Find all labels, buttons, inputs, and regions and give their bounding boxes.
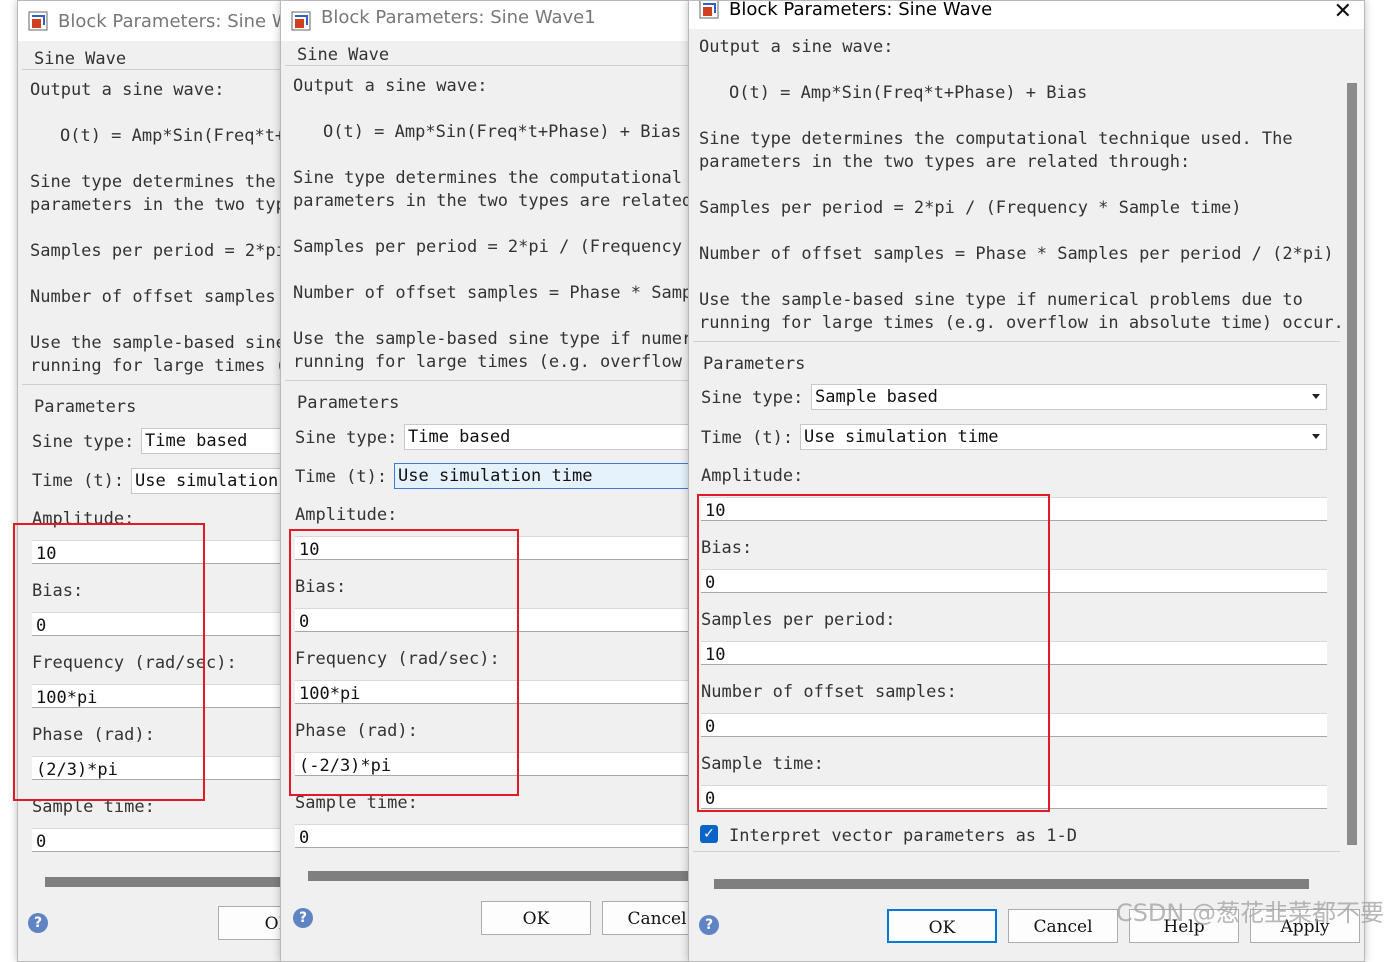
watermark: CSDN @葱花韭菜都不要 bbox=[1115, 899, 1384, 927]
chevron-down-icon bbox=[1312, 434, 1320, 439]
sine-type-label: Sine type: bbox=[32, 432, 135, 452]
desc-line-5: Samples per period = 2*pi / (Frequency *… bbox=[293, 237, 701, 257]
time-dropdown[interactable]: Use simulation time bbox=[800, 424, 1327, 450]
desc-line-6: Number of offset samples = Phase * Sampl… bbox=[699, 244, 1334, 264]
sine-type-dropdown[interactable]: Time based bbox=[404, 424, 701, 450]
desc-line-7: Use the sample-based sine type if numeri… bbox=[699, 290, 1303, 310]
interpret-1d-label: Interpret vector parameters as 1-D bbox=[729, 826, 1077, 846]
simulink-block-icon bbox=[28, 11, 48, 31]
simulink-block-icon bbox=[699, 1, 719, 19]
desc-line-5: Samples per period = 2*pi / (Frequency *… bbox=[699, 198, 1242, 218]
desc-line-1: Output a sine wave: bbox=[293, 76, 488, 96]
parameters-header: Parameters bbox=[703, 354, 806, 374]
desc-line-1: Output a sine wave: bbox=[30, 80, 225, 100]
dialog-title: Block Parameters: Sine Wave bbox=[58, 11, 309, 32]
dialog-title: Block Parameters: Sine Wave1 bbox=[321, 7, 596, 28]
parameters-header: Parameters bbox=[34, 397, 137, 417]
dialog-sine-wave-right: Block Parameters: Sine Wave ✕ Output a s… bbox=[688, 0, 1365, 962]
desc-line-8: running for large times (e.g. overflow i… bbox=[30, 356, 308, 376]
help-icon[interactable]: ? bbox=[699, 915, 719, 935]
block-name: Sine Wave bbox=[297, 45, 390, 65]
ok-button[interactable]: OK bbox=[887, 909, 997, 943]
desc-line-7: Use the sample-based sine type if numeri… bbox=[30, 333, 308, 353]
sample-time-field[interactable]: 0 bbox=[32, 828, 308, 852]
cancel-button[interactable]: Cancel bbox=[1008, 909, 1118, 943]
help-icon[interactable]: ? bbox=[28, 913, 48, 933]
ok-button[interactable]: OK bbox=[481, 901, 591, 935]
highlight-box-middle bbox=[289, 529, 519, 796]
sample-time-label: Sample time: bbox=[295, 793, 418, 813]
desc-line-3: Sine type determines the computational t… bbox=[30, 172, 308, 192]
horizontal-scrollbar[interactable] bbox=[45, 877, 308, 887]
desc-line-4: parameters in the two types are related … bbox=[699, 152, 1191, 172]
sine-type-dropdown[interactable]: Sample based bbox=[811, 384, 1327, 410]
help-icon[interactable]: ? bbox=[293, 908, 313, 928]
desc-line-5: Samples per period = 2*pi / (Frequency *… bbox=[30, 241, 308, 261]
desc-formula: O(t) = Amp*Sin(Freq*t+Phase) + Bias bbox=[60, 126, 308, 146]
horizontal-scrollbar[interactable] bbox=[714, 879, 1309, 889]
sine-type-label: Sine type: bbox=[295, 428, 398, 448]
desc-line-6: Number of offset samples = Phase * Sampl… bbox=[30, 287, 308, 307]
interpret-1d-checkbox[interactable]: ✓ bbox=[700, 825, 718, 843]
desc-line-8: running for large times (e.g. overflow i… bbox=[293, 352, 701, 372]
cancel-button[interactable]: Cancel bbox=[602, 901, 701, 935]
sine-type-label: Sine type: bbox=[701, 388, 804, 408]
time-label: Time (t): bbox=[701, 428, 794, 448]
time-label: Time (t): bbox=[32, 471, 125, 491]
dialog-sine-wave-left: Block Parameters: Sine Wave Sine Wave Ou… bbox=[17, 0, 309, 962]
desc-formula: O(t) = Amp*Sin(Freq*t+Phase) + Bias bbox=[729, 83, 1088, 103]
horizontal-scrollbar[interactable] bbox=[308, 871, 701, 881]
simulink-block-icon bbox=[291, 11, 311, 31]
time-label: Time (t): bbox=[295, 467, 388, 487]
amplitude-label: Amplitude: bbox=[701, 466, 804, 486]
dialog-sine-wave1: Block Parameters: Sine Wave1 Sine Wave O… bbox=[280, 0, 702, 962]
desc-line-6: Number of offset samples = Phase * Sampl… bbox=[293, 283, 701, 303]
desc-line-7: Use the sample-based sine type if numeri… bbox=[293, 329, 701, 349]
title-bar: Block Parameters: Sine Wave1 bbox=[281, 1, 701, 41]
desc-line-8: running for large times (e.g. overflow i… bbox=[699, 313, 1344, 333]
desc-formula: O(t) = Amp*Sin(Freq*t+Phase) + Bias bbox=[323, 122, 682, 142]
amplitude-label: Amplitude: bbox=[295, 505, 398, 525]
block-name: Sine Wave bbox=[34, 49, 127, 69]
title-bar: Block Parameters: Sine Wave bbox=[18, 1, 308, 41]
desc-line-4: parameters in the two types are related … bbox=[30, 195, 308, 215]
desc-line-3: Sine type determines the computational t… bbox=[699, 129, 1293, 149]
dialog-title: Block Parameters: Sine Wave bbox=[729, 0, 993, 20]
desc-line-3: Sine type determines the computational t… bbox=[293, 168, 701, 188]
title-bar: Block Parameters: Sine Wave ✕ bbox=[689, 0, 1364, 29]
desc-line-1: Output a sine wave: bbox=[699, 37, 894, 57]
close-icon[interactable]: ✕ bbox=[1334, 1, 1352, 24]
chevron-down-icon bbox=[1312, 394, 1320, 399]
time-dropdown[interactable]: Use simulation time bbox=[394, 463, 701, 489]
highlight-box-left bbox=[13, 523, 205, 801]
vertical-scrollbar[interactable] bbox=[1347, 83, 1357, 845]
parameters-header: Parameters bbox=[297, 393, 400, 413]
desc-line-4: parameters in the two types are related … bbox=[293, 191, 701, 211]
highlight-box-right bbox=[697, 494, 1050, 812]
sample-time-field[interactable]: 0 bbox=[295, 824, 701, 848]
